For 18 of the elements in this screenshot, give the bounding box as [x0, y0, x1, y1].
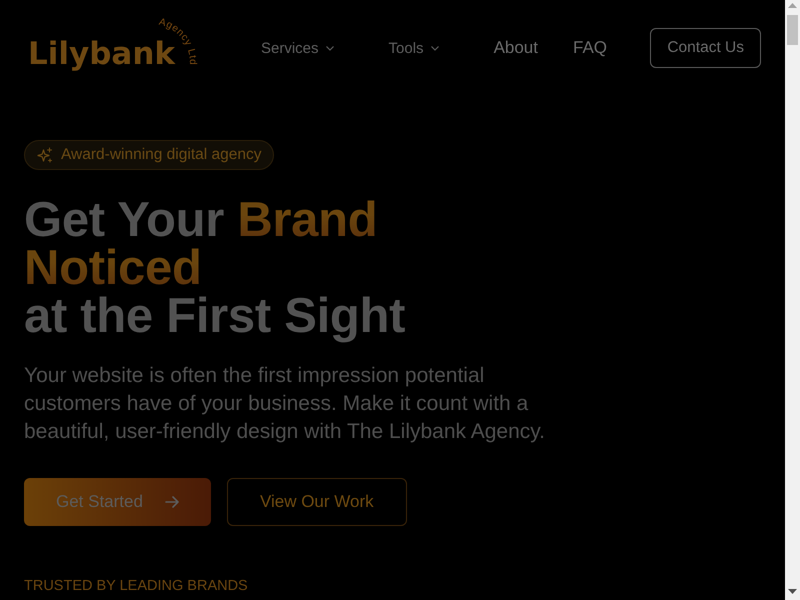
cta-button[interactable]: Get Started	[24, 478, 211, 526]
sparkle-icon	[37, 147, 53, 163]
nav-dropdown[interactable]: Tools	[388, 40, 439, 56]
scrollbar[interactable]	[785, 0, 800, 600]
nav-link[interactable]: About	[494, 38, 538, 58]
arrow-right-icon	[164, 496, 179, 508]
nav-link[interactable]: FAQ	[573, 38, 608, 58]
scrollbar-thumb[interactable]	[787, 15, 798, 45]
nav-dropdown[interactable]: Services	[261, 40, 334, 56]
hero-description: Your website is often the first impression potential customers have of your business. Make it count with a beautiful, user-friendly design with The Lilybank Agency.	[24, 363, 546, 445]
scroll-down-icon[interactable]	[788, 589, 797, 594]
outline-button[interactable]: View Our Work	[226, 478, 407, 526]
scroll-up-icon[interactable]	[788, 3, 797, 8]
chevron-down-icon	[326, 46, 334, 50]
chevron-down-icon	[430, 46, 439, 50]
contact-button[interactable]: Contact Us	[650, 28, 761, 68]
section-label: TRUSTED BY LEADING BRANDS	[24, 578, 248, 594]
badge-text: Award-winning digital agency	[61, 146, 262, 164]
